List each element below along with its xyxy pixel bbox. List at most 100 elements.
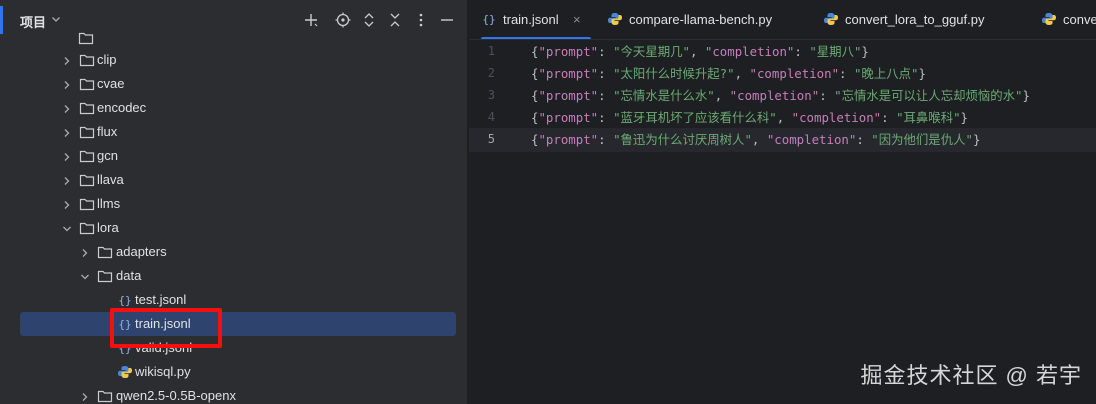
ide-window: 项目 clip cvae encodec flux gcn llava llms… [0,0,1096,404]
code-line[interactable]: {"prompt": "今天星期几", "completion": "星期八"} [531,41,869,63]
json-string-value: "因为他们是仇人" [871,132,973,147]
code-line[interactable]: {"prompt": "鲁迅为什么讨厌周树人", "completion": "… [531,129,980,151]
tree-item-wikisql-py[interactable]: wikisql.py [0,360,467,384]
tree-item-label: clip [97,52,117,67]
tree-item-label: flux [97,124,118,139]
chevron-right-icon[interactable] [80,392,90,402]
tree-item-label: cvae [97,76,125,91]
tree-item-adapters[interactable]: adapters [0,240,467,264]
line-number: 1 [469,41,531,63]
folder-icon [79,54,95,67]
close-icon[interactable]: × [573,12,581,27]
folder-icon [79,222,95,235]
line-number-text: 5 [487,132,495,146]
chevron-right-icon[interactable] [62,176,72,186]
json-key: "completion" [704,44,795,59]
line-number: 3 [469,85,531,107]
tree-item-clip[interactable]: clip [0,48,467,72]
brace: } [861,44,869,59]
tree-item-label: data [116,268,142,283]
json-string-value: "鲁迅为什么讨厌周树人" [613,132,752,147]
tree-item-llms[interactable]: llms [0,192,467,216]
line-number-text: 2 [487,66,495,80]
folder-icon [97,390,113,403]
tree-item-label: llms [97,196,121,211]
code-line[interactable]: {"prompt": "蓝牙耳机坏了应该看什么科", "completion":… [531,107,968,129]
tab-label: convert_lora_to_gguf.py [845,12,985,27]
tree-item-valid-jsonl[interactable]: {} valid.jsonl [0,336,467,360]
tree-item-llava[interactable]: llava [0,168,467,192]
json-string-value: "忘情水是什么水" [613,88,715,103]
json-string-value: "星期八" [809,44,862,59]
colon: : [598,110,614,125]
json-string-value: "今天星期几" [613,44,690,59]
tab-label: conve [1063,12,1096,27]
tab-convert-lora-to-gguf-py[interactable]: convert_lora_to_gguf.py [819,0,1029,39]
tab-train-jsonl[interactable]: {} train.jsonl × [477,0,595,39]
chevron-right-icon[interactable] [62,200,72,210]
chevron-down-icon[interactable] [62,224,72,234]
tree-item-qwen2-5-0-5b-openx[interactable]: qwen2.5-0.5B-openx [0,384,467,404]
selection-highlight [20,312,456,336]
svg-text:{}: {} [482,13,495,26]
line-number: 5 [469,129,531,151]
json-key: "completion" [791,110,882,125]
watermark: 掘金技术社区 @ 若宇 [860,363,1082,388]
tree-item-label: lora [97,220,119,235]
json-file-icon: {} [482,13,495,26]
comma: , [734,66,750,81]
chevron-right-icon[interactable] [62,152,72,162]
tree-item-gcn[interactable]: gcn [0,144,467,168]
folder-icon [78,32,94,45]
colon: : [856,132,872,147]
tree-item-label: encodec [97,100,147,115]
tree-item-partial[interactable] [0,26,467,50]
tree-item-encodec[interactable]: encodec [0,96,467,120]
brace: } [1022,88,1030,103]
chevron-right-icon[interactable] [62,80,72,90]
comma: , [689,44,705,59]
brace: } [918,66,926,81]
folder-icon [79,198,95,211]
colon: : [881,110,897,125]
json-key: "prompt" [538,66,599,81]
colon: : [819,88,835,103]
tree-item-data[interactable]: data [0,264,467,288]
tree-item-train-jsonl[interactable]: {} train.jsonl [0,312,467,336]
chevron-down-icon[interactable] [80,272,90,282]
tab-compare-llama-bench-py[interactable]: compare-llama-bench.py [603,0,811,39]
tab-conve[interactable]: conve [1037,0,1096,39]
editor-area: {} train.jsonl × compare-llama-bench.py conv… [469,0,1096,404]
chevron-right-icon[interactable] [80,248,90,258]
line-number-text: 4 [487,110,495,124]
svg-text:{}: {} [118,294,131,307]
tree-item-label: test.jsonl [135,292,187,307]
tab-label: train.jsonl [503,12,559,27]
tree-item-label: wikisql.py [135,364,191,379]
json-string-value: "耳鼻喉科" [896,110,961,125]
code-line[interactable]: {"prompt": "太阳什么时候升起?", "completion": "晚… [531,63,926,85]
python-file-icon [118,366,132,378]
code-line[interactable]: {"prompt": "忘情水是什么水", "completion": "忘情水… [531,85,1030,107]
python-file-icon [1042,13,1056,25]
folder-icon [79,102,95,115]
python-file-icon [608,13,622,25]
folder-icon [79,126,95,139]
chevron-right-icon[interactable] [62,104,72,114]
tree-item-flux[interactable]: flux [0,120,467,144]
tree-item-label: qwen2.5-0.5B-openx [116,388,236,403]
python-file-icon [824,13,838,25]
folder-icon [79,150,95,163]
chevron-right-icon[interactable] [62,128,72,138]
line-number-text: 3 [487,88,495,102]
line-number-text: 1 [487,44,495,58]
tree-item-lora[interactable]: lora [0,216,467,240]
folder-icon [97,270,113,283]
json-file-icon: {} [118,294,131,307]
chevron-down-icon[interactable] [50,13,62,25]
colon: : [598,44,614,59]
tree-item-test-jsonl[interactable]: {} test.jsonl [0,288,467,312]
folder-icon [79,174,95,187]
tree-item-cvae[interactable]: cvae [0,72,467,96]
chevron-right-icon[interactable] [62,56,72,66]
